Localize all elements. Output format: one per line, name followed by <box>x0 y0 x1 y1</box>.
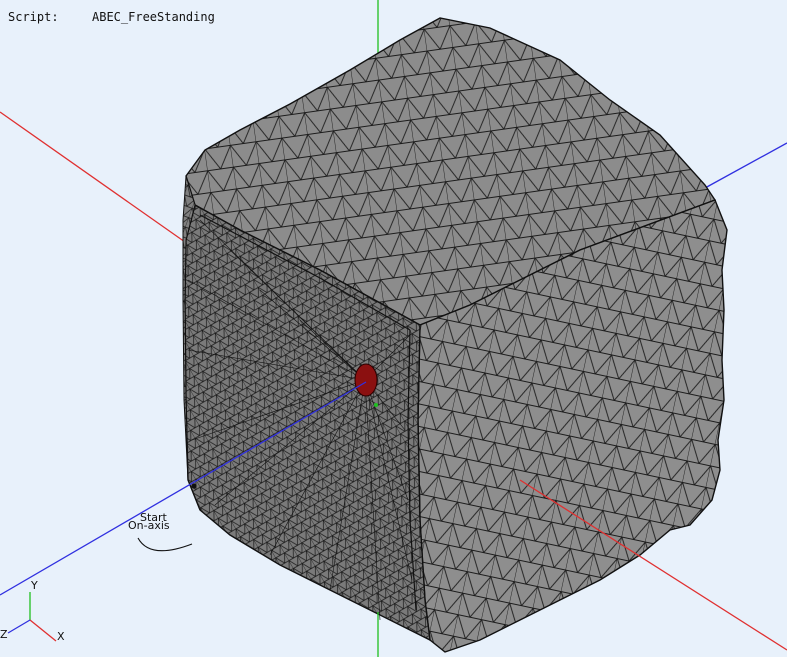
on-axis-start-point[interactable] <box>191 483 197 489</box>
3d-viewport[interactable] <box>0 0 787 657</box>
z-axis-line-back <box>704 142 787 189</box>
enclosure-mesh[interactable] <box>182 17 728 653</box>
on-axis-label: On-axis <box>128 519 170 532</box>
triad-x-label: X <box>57 630 65 643</box>
driver-marker-green <box>374 403 378 407</box>
on-axis-arc <box>137 537 193 552</box>
script-label: Script: <box>8 10 59 24</box>
script-name: ABEC_FreeStanding <box>92 10 215 24</box>
triad-y-label: Y <box>31 579 38 592</box>
x-axis-line-back <box>0 111 186 243</box>
triad-z-label: Z <box>0 628 8 641</box>
axis-triad-icon <box>7 592 57 642</box>
driver-source[interactable] <box>354 363 378 397</box>
